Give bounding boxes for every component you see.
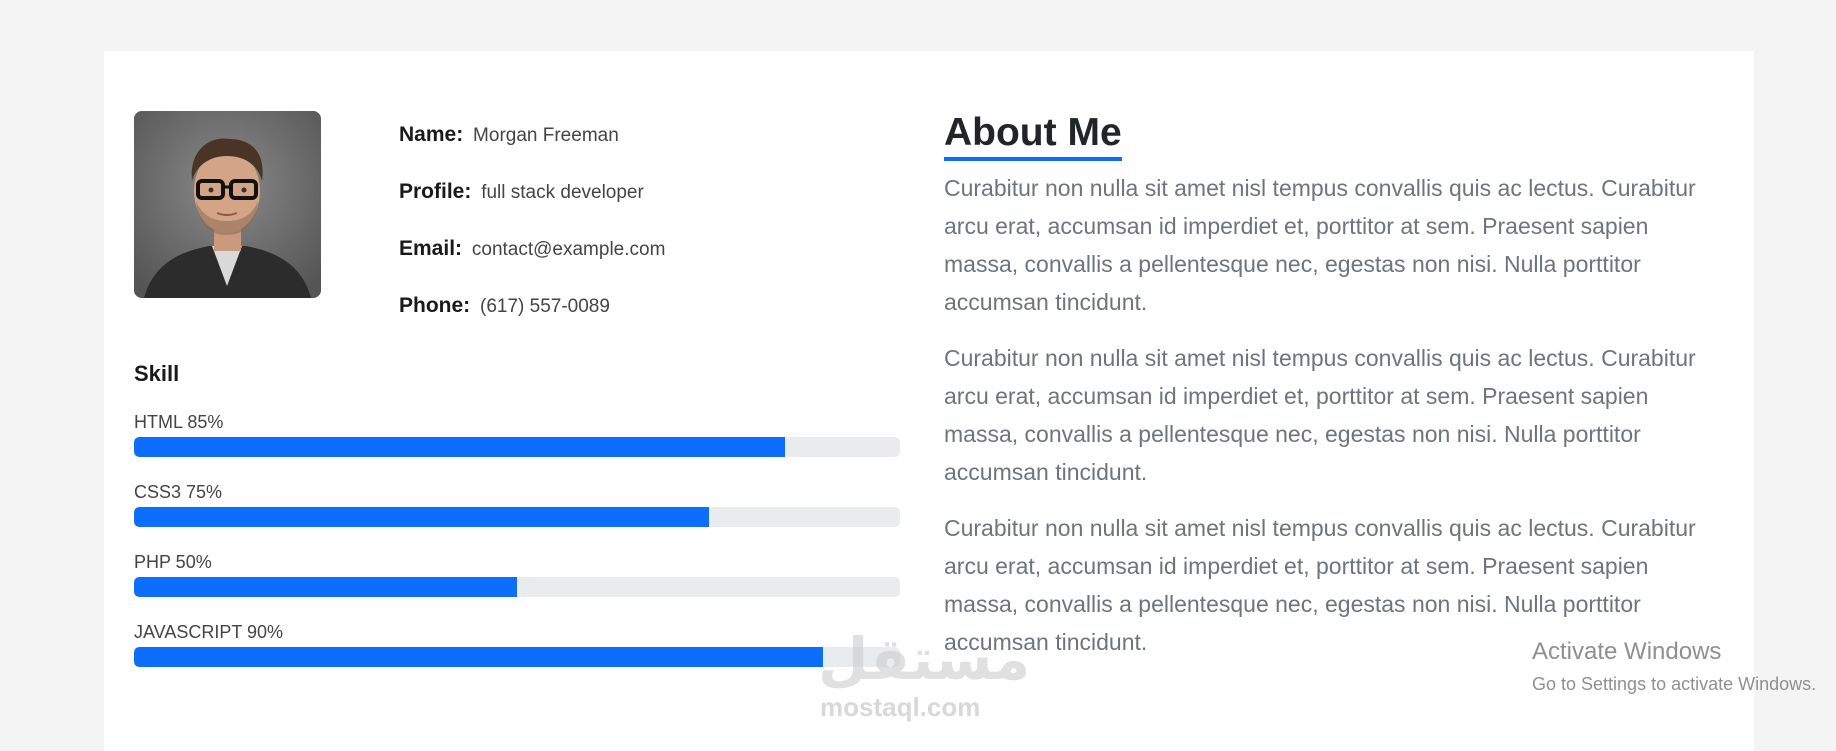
info-value: Morgan Freeman xyxy=(473,125,619,146)
profile-photo xyxy=(134,111,321,298)
info-key: Profile: xyxy=(399,180,472,203)
info-key: Name: xyxy=(399,123,464,146)
about-paragraph: Curabitur non nulla sit amet nisl tempus… xyxy=(944,175,1696,315)
skill-progress-fill xyxy=(134,577,517,597)
skill-progress-fill xyxy=(134,647,824,667)
info-value: full stack developer xyxy=(481,182,644,203)
skill-label: CSS3 75% xyxy=(134,482,223,502)
skill-progress-bar xyxy=(134,437,900,457)
skill-label: JAVASCRIPT 90% xyxy=(134,622,284,642)
about-title: About Me xyxy=(944,111,1122,161)
info-name: Name: Morgan Freeman xyxy=(399,123,665,180)
activate-windows-notice: Activate Windows Go to Settings to activ… xyxy=(1532,638,1816,695)
skill-progress-bar xyxy=(134,577,900,597)
skill-progress-bar xyxy=(134,647,900,667)
skills-section: Skill HTML 85% CSS3 75% PHP 50% JAVASCRIPT … xyxy=(134,361,900,691)
info-key: Phone: xyxy=(399,294,471,317)
info-key: Email: xyxy=(399,237,463,260)
about-section: About Me Curabitur non nulla sit amet ni… xyxy=(944,111,1724,679)
skills-title: Skill xyxy=(134,361,180,386)
skill-item: CSS3 75% xyxy=(134,481,900,551)
about-paragraph: Curabitur non nulla sit amet nisl tempus… xyxy=(944,345,1696,485)
info-profile: Profile: full stack developer xyxy=(399,180,665,237)
watermark-site: mostaql.com xyxy=(820,692,981,722)
skill-progress-fill xyxy=(134,437,786,457)
info-value: contact@example.com xyxy=(471,239,666,260)
info-value: (617) 557-0089 xyxy=(480,296,610,317)
watermark-logo: مستقل xyxy=(818,627,1031,692)
skills-list: HTML 85% CSS3 75% PHP 50% JAVASCRIPT 90% xyxy=(134,411,900,691)
skill-item: JAVASCRIPT 90% xyxy=(134,621,900,691)
skill-progress-bar xyxy=(134,507,900,527)
skill-label: PHP 50% xyxy=(134,552,212,572)
activate-title: Activate Windows xyxy=(1532,638,1722,665)
skill-item: HTML 85% xyxy=(134,411,900,481)
info-email: Email: contact@example.com xyxy=(399,237,665,294)
skill-label: HTML 85% xyxy=(134,412,224,432)
skill-progress-fill xyxy=(134,507,709,527)
activate-subtitle: Go to Settings to activate Windows. xyxy=(1532,674,1817,694)
info-phone: Phone: (617) 557-0089 xyxy=(399,294,665,351)
portrait-image xyxy=(134,111,321,298)
skill-item: PHP 50% xyxy=(134,551,900,621)
profile-info: Name: Morgan Freeman Profile: full stack… xyxy=(399,123,665,351)
